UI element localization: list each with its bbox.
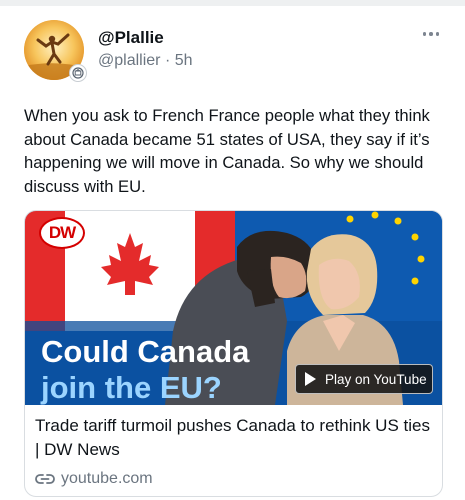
separator: · <box>164 52 171 69</box>
thumbnail-overlay-subtitle: join the EU? <box>41 370 222 405</box>
verified-badge-icon <box>69 64 87 82</box>
link-preview-card[interactable]: DW Could Canada join the EU? Play on You… <box>24 210 443 497</box>
top-divider <box>0 0 465 6</box>
link-icon <box>35 474 55 484</box>
display-name[interactable]: @Plallie <box>98 28 164 48</box>
handle-row: @plallier · 5h <box>98 52 193 70</box>
handle[interactable]: @plallier <box>98 52 160 69</box>
thumbnail-overlay-title: Could Canada <box>41 334 250 369</box>
play-icon <box>305 372 316 386</box>
play-on-youtube-button[interactable]: Play on YouTube <box>295 364 433 394</box>
video-thumbnail[interactable]: DW Could Canada join the EU? Play on You… <box>25 211 442 405</box>
timestamp[interactable]: 5h <box>175 52 193 69</box>
card-domain: youtube.com <box>61 470 153 487</box>
dw-logo: DW <box>39 217 85 249</box>
more-options-icon[interactable] <box>419 24 443 44</box>
avatar[interactable] <box>24 20 87 82</box>
play-on-youtube-label: Play on YouTube <box>325 371 427 387</box>
post-text: When you ask to French France people wha… <box>24 106 430 196</box>
card-title[interactable]: Trade tariff turmoil pushes Canada to re… <box>35 414 435 462</box>
card-domain-row[interactable]: youtube.com <box>35 470 153 488</box>
